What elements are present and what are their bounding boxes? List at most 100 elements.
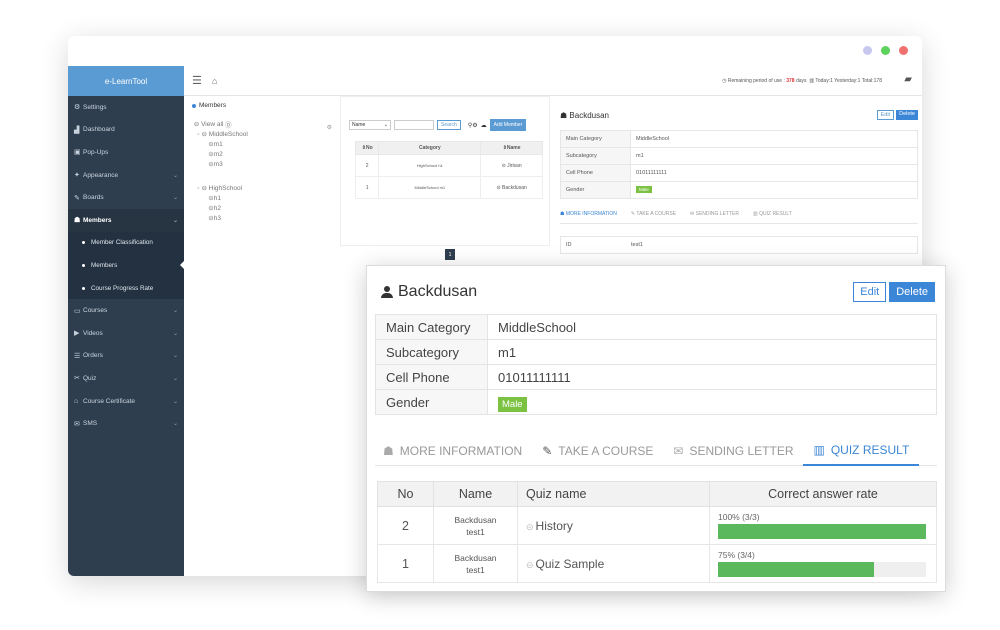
sidebar-item-orders[interactable]: ☰ Orders ⌄ xyxy=(68,345,184,368)
app-logo[interactable]: e-LearnTool xyxy=(68,66,184,96)
tab-sending-letter[interactable]: ✉ SENDING LETTER xyxy=(663,436,803,466)
chevron-down-icon: ⌄ xyxy=(172,195,178,202)
edit-button[interactable]: Edit xyxy=(853,282,887,302)
info-value-cell: Male xyxy=(487,389,937,415)
sidebar-subitem-course-progress-rate[interactable]: Course Progress Rate xyxy=(68,276,184,300)
sidebar-item-label: SMS xyxy=(83,420,98,428)
progress-bar xyxy=(718,562,926,577)
tree-view-all[interactable]: ⊖ View all ⓪ xyxy=(192,119,332,130)
search-field-select[interactable]: Name ⌄ xyxy=(349,120,391,130)
cell-no: 2 xyxy=(354,154,380,177)
sidebar: e-LearnTool ⚙ Settings ▟ Dashboard ▣ Pop-Up… xyxy=(68,66,184,576)
tab-more-information[interactable]: ☗ MORE INFORMATION xyxy=(375,436,532,466)
member-name: Backdusan xyxy=(398,283,478,300)
active-caret-icon xyxy=(180,261,184,270)
dot-icon xyxy=(192,103,196,108)
search-button[interactable]: Search xyxy=(437,120,461,130)
column-header-category[interactable]: Category xyxy=(378,141,482,155)
sidebar-subitem-members[interactable]: Members xyxy=(68,254,184,277)
tab-more-information[interactable]: ☗ MORE INFORMATION xyxy=(560,211,617,217)
manual-book-icon[interactable]: ▰ xyxy=(904,74,912,85)
cell-name[interactable]: ⊝ Jirisan xyxy=(480,154,543,177)
info-row: Main Category MiddleSchool xyxy=(375,314,937,340)
hamburger-menu-icon[interactable]: ☰ xyxy=(192,74,202,87)
info-row: Subcategory m1 xyxy=(375,339,937,365)
sidebar-item-boards[interactable]: ✎ Boards ⌄ xyxy=(68,186,184,209)
column-header-name: Name xyxy=(433,481,518,507)
sidebar-item-label: Appearance xyxy=(83,171,119,179)
home-icon[interactable]: ⌂ xyxy=(212,76,217,86)
tab-quiz-result[interactable]: ▥ QUIZ RESULT xyxy=(753,211,792,217)
sidebar-item-label: Dashboard xyxy=(83,126,115,134)
tree-node[interactable]: ⊝ m1 xyxy=(192,139,332,149)
detail-tabs: ☗ MORE INFORMATION ✎ TAKE A COURSE ✉ SEN… xyxy=(375,436,937,466)
search-options-icon[interactable]: ⚲⚙ xyxy=(468,122,478,129)
window-dot-red[interactable] xyxy=(899,46,908,55)
column-header-no[interactable]: ⇕No xyxy=(354,141,380,155)
id-value: test1 xyxy=(631,242,643,248)
sidebar-item-appearance[interactable]: ✦ Appearance ⌄ xyxy=(68,164,184,187)
window-dot-green[interactable] xyxy=(881,46,890,55)
table-header-row: No Name Quiz name Correct answer rate xyxy=(377,481,937,507)
cloud-icon[interactable]: ☁ xyxy=(481,122,487,129)
sidebar-item-quiz[interactable]: ✂ Quiz ⌄ xyxy=(68,367,184,390)
tree-group-middleschool[interactable]: ◦ ⊖ MiddleSchool xyxy=(192,129,332,139)
info-value: MiddleSchool xyxy=(630,130,918,148)
users-icon: ☗ xyxy=(74,217,81,225)
sidebar-item-settings[interactable]: ⚙ Settings xyxy=(68,96,184,119)
member-list-panel: Name ⌄ Search ⚲⚙ ☁ Add Member ⇕No Categor… xyxy=(340,96,550,260)
sidebar-subitem-member-classification[interactable]: Member Classification xyxy=(68,231,184,255)
info-row: Cell Phone 01011111111 xyxy=(375,364,937,390)
usage-info: ◷ Remaining period of use : 378 days ▥ T… xyxy=(722,78,882,84)
bullet-icon xyxy=(82,241,85,245)
tab-sending-letter[interactable]: ✉ SENDING LETTER xyxy=(690,211,739,217)
sidebar-item-courses[interactable]: ▭ Courses ⌄ xyxy=(68,299,184,322)
sidebar-item-course-certificate[interactable]: ⌂ Course Certificate ⌄ xyxy=(68,390,184,413)
table-row[interactable]: 2 Backdusan test1 ⊝ History 100% (3/3) xyxy=(377,506,937,545)
column-header-no: No xyxy=(377,481,434,507)
sidebar-item-dashboard[interactable]: ▟ Dashboard xyxy=(68,119,184,142)
table-row[interactable]: 1 MiddleSchool m1 ⊝ Backdusan xyxy=(354,176,543,199)
sidebar-item-popups[interactable]: ▣ Pop-Ups xyxy=(68,141,184,164)
cell-quiz-name[interactable]: ⊝ Quiz Sample xyxy=(517,544,710,583)
tab-take-a-course[interactable]: ✎ TAKE A COURSE xyxy=(631,211,676,217)
edit-button[interactable]: Edit xyxy=(876,110,895,120)
sidebar-item-sms[interactable]: ✉ SMS ⌄ xyxy=(68,412,184,435)
tree-node[interactable]: ⊝ m2 xyxy=(192,149,332,159)
tree-settings-icon[interactable]: ⚙ xyxy=(327,124,332,131)
tree-node[interactable]: ⊝ m3 xyxy=(192,159,332,169)
tree-node[interactable]: ⊝ h3 xyxy=(192,213,332,223)
sidebar-item-videos[interactable]: ▶ Videos ⌄ xyxy=(68,322,184,345)
cell-quiz-name[interactable]: ⊝ History xyxy=(517,506,710,545)
table-row[interactable]: 2 HighSchool h1 ⊝ Jirisan xyxy=(354,154,543,177)
cell-name: Backdusan test1 xyxy=(433,506,518,545)
clock-icon: ◷ xyxy=(722,78,727,84)
page-button[interactable]: 1 xyxy=(445,249,455,260)
cell-name[interactable]: ⊝ Backdusan xyxy=(480,176,543,199)
sidebar-subitem-label: Course Progress Rate xyxy=(91,284,154,292)
column-header-name[interactable]: ⇕Name xyxy=(480,141,543,155)
video-icon: ▶ xyxy=(74,330,80,338)
tab-take-a-course[interactable]: ✎ TAKE A COURSE xyxy=(532,436,663,466)
window-dot-purple[interactable] xyxy=(863,46,872,55)
delete-button[interactable]: Delete xyxy=(889,282,935,302)
tree-node[interactable]: ⊝ h2 xyxy=(192,203,332,213)
tree-node[interactable]: ⊝ h1 xyxy=(192,193,332,203)
sidebar-item-members[interactable]: ☗ Members ⌄ xyxy=(68,208,184,232)
delete-button[interactable]: Delete xyxy=(896,110,918,120)
search-row: Name ⌄ Search ⚲⚙ ☁ Add Member xyxy=(341,97,549,137)
sidebar-subitem-label: Members xyxy=(91,261,118,269)
info-key: Subcategory xyxy=(375,339,488,365)
add-member-button[interactable]: Add Member xyxy=(489,119,527,131)
table-row[interactable]: 1 Backdusan test1 ⊝ Quiz Sample 75% (3/4) xyxy=(377,544,937,583)
sidebar-item-label: Courses xyxy=(83,307,108,315)
tab-label: TAKE A COURSE xyxy=(558,443,654,458)
info-value: m1 xyxy=(487,339,937,365)
cell-correct-rate: 75% (3/4) xyxy=(709,544,937,583)
tree-group-highschool[interactable]: ◦ ⊖ HighSchool xyxy=(192,183,332,193)
tree-node-label: h1 xyxy=(213,194,221,202)
usage-days: 378 xyxy=(786,78,795,84)
search-input[interactable] xyxy=(394,120,434,130)
info-key: Gender xyxy=(375,389,488,415)
tab-quiz-result[interactable]: ▥ QUIZ RESULT xyxy=(803,436,920,466)
